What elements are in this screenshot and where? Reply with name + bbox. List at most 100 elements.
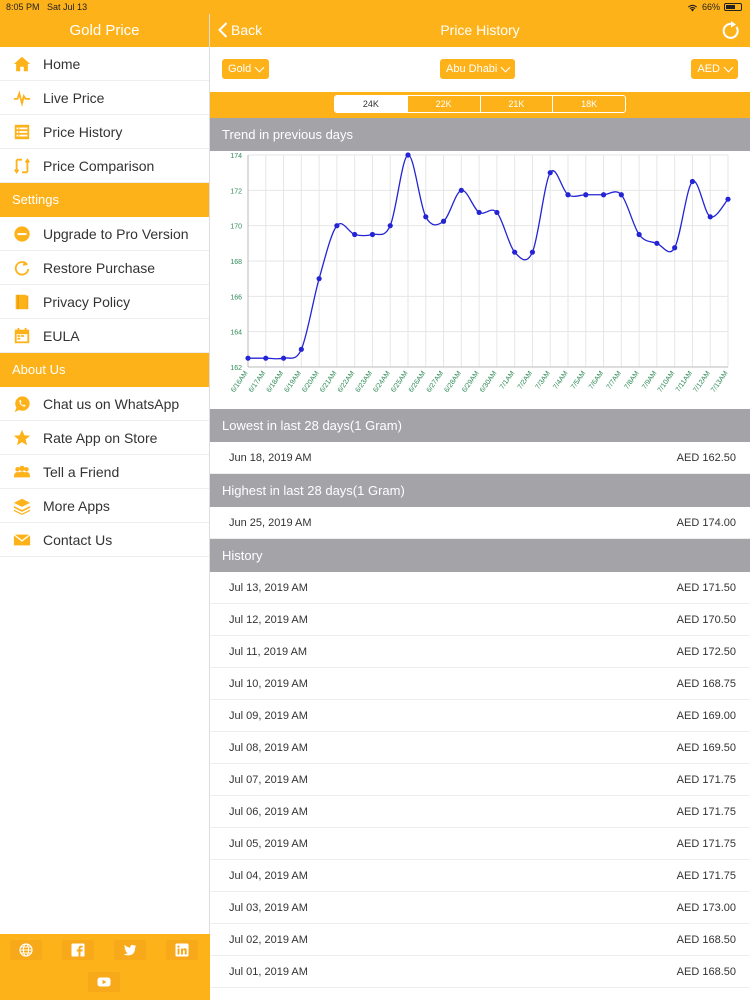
globe-icon[interactable]	[10, 940, 42, 960]
karat-tab-21k[interactable]: 21K	[481, 96, 554, 112]
refresh-button[interactable]	[722, 21, 740, 45]
data-point	[494, 209, 500, 216]
history-date: Jul 12, 2019 AM	[229, 613, 308, 626]
data-point	[245, 355, 251, 361]
status-bar: 8:05 PM Sat Jul 13 66%	[0, 0, 750, 14]
history-price: AED 173.00	[676, 901, 736, 914]
sidebar-item-label: Privacy Policy	[43, 293, 131, 310]
history-row: Jul 02, 2019 AM AED 168.50	[210, 924, 750, 956]
data-point	[405, 152, 411, 158]
history-date: Jul 08, 2019 AM	[229, 741, 308, 754]
sidebar-item-label: Rate App on Store	[43, 429, 158, 446]
twitter-icon[interactable]	[114, 940, 146, 960]
sidebar-item-label: Live Price	[43, 89, 105, 106]
data-point	[583, 192, 589, 198]
y-tick-label: 172	[230, 188, 242, 195]
sidebar-item-live-price[interactable]: Live Price	[0, 81, 209, 115]
sidebar-item-label: EULA	[43, 327, 80, 344]
data-point	[565, 192, 571, 198]
y-tick-label: 170	[230, 224, 242, 231]
data-point	[689, 178, 696, 185]
history-row: Jul 13, 2019 AM AED 171.50	[210, 572, 750, 604]
minus-circle-icon	[12, 224, 32, 244]
metal-value: Gold	[228, 63, 252, 75]
history-date: Jul 07, 2019 AM	[229, 773, 308, 786]
nav-bar: Back Price History	[210, 14, 750, 47]
history-price: AED 168.50	[676, 933, 736, 946]
history-price: AED 171.75	[676, 805, 736, 818]
sidebar-item-rate[interactable]: Rate App on Store	[0, 421, 209, 455]
history-date: Jul 03, 2019 AM	[229, 901, 308, 914]
page-title: Price History	[440, 22, 520, 38]
sidebar-item-privacy[interactable]: Privacy Policy	[0, 285, 209, 319]
currency-dropdown[interactable]: AED	[691, 59, 738, 79]
karat-tab-24k[interactable]: 24K	[335, 96, 408, 112]
currency-value: AED	[697, 63, 720, 75]
city-dropdown[interactable]: Abu Dhabi	[440, 59, 516, 79]
history-list: Jul 13, 2019 AM AED 171.50 Jul 12, 2019 A…	[210, 572, 750, 988]
star-icon	[12, 428, 32, 448]
karat-bar: 24K 22K 21K 18K	[210, 92, 750, 118]
history-row: Jul 06, 2019 AM AED 171.75	[210, 796, 750, 828]
history-date: Jul 10, 2019 AM	[229, 677, 308, 690]
highest-date: Jun 25, 2019 AM	[229, 516, 312, 529]
data-point	[672, 245, 678, 251]
status-date: Sat Jul 13	[47, 2, 88, 12]
youtube-icon[interactable]	[88, 972, 120, 992]
data-point	[334, 223, 340, 229]
metal-dropdown[interactable]: Gold	[222, 59, 270, 79]
history-date: Jul 02, 2019 AM	[229, 933, 308, 946]
history-price: AED 171.50	[676, 581, 736, 594]
x-tick-label: 7/9AM	[641, 370, 658, 391]
history-row: Jul 10, 2019 AM AED 168.75	[210, 668, 750, 700]
sidebar-item-label: Upgrade to Pro Version	[43, 225, 189, 242]
x-tick-label: 7/2AM	[517, 370, 534, 391]
data-point	[423, 214, 429, 220]
sidebar-item-upgrade[interactable]: Upgrade to Pro Version	[0, 217, 209, 251]
data-point	[600, 192, 607, 198]
sidebar-item-home[interactable]: Home	[0, 47, 209, 81]
restore-icon	[12, 258, 32, 278]
history-row: Jul 12, 2019 AM AED 170.50	[210, 604, 750, 636]
sidebar-item-price-history[interactable]: Price History	[0, 115, 209, 149]
history-header: History	[210, 539, 750, 572]
chevron-down-icon	[500, 62, 511, 73]
sidebar-item-tell-friend[interactable]: Tell a Friend	[0, 455, 209, 489]
book-icon	[12, 292, 32, 312]
lowest-price: AED 162.50	[676, 451, 736, 464]
data-point	[387, 223, 393, 229]
sidebar-item-more-apps[interactable]: More Apps	[0, 489, 209, 523]
karat-tab-18k[interactable]: 18K	[553, 96, 625, 112]
data-point	[725, 196, 731, 202]
lowest-header: Lowest in last 28 days(1 Gram)	[210, 409, 750, 442]
sidebar-item-whatsapp[interactable]: Chat us on WhatsApp	[0, 387, 209, 421]
highest-row: Jun 25, 2019 AM AED 174.00	[210, 507, 750, 539]
history-row: Jul 07, 2019 AM AED 171.75	[210, 764, 750, 796]
data-point	[529, 249, 536, 255]
sidebar-item-price-comparison[interactable]: Price Comparison	[0, 149, 209, 183]
sidebar-section-about: About Us	[0, 353, 209, 387]
history-price: AED 171.75	[676, 869, 736, 882]
battery-icon	[724, 3, 742, 11]
sidebar-item-eula[interactable]: EULA	[0, 319, 209, 353]
data-point	[654, 240, 660, 246]
history-row: Jul 11, 2019 AM AED 172.50	[210, 636, 750, 668]
facebook-icon[interactable]	[62, 940, 94, 960]
history-row: Jul 05, 2019 AM AED 171.75	[210, 828, 750, 860]
highest-header: Highest in last 28 days(1 Gram)	[210, 474, 750, 507]
sidebar-item-restore[interactable]: Restore Purchase	[0, 251, 209, 285]
karat-tab-22k[interactable]: 22K	[408, 96, 481, 112]
data-point	[636, 231, 642, 238]
sidebar-item-contact[interactable]: Contact Us	[0, 523, 209, 557]
chevron-down-icon	[254, 62, 265, 73]
y-tick-label: 174	[230, 153, 242, 160]
data-point	[547, 170, 553, 176]
linkedin-icon[interactable]	[166, 940, 198, 960]
data-point	[263, 355, 269, 361]
list-icon	[12, 122, 32, 142]
history-price: AED 170.50	[676, 613, 736, 626]
sidebar-item-label: Contact Us	[43, 531, 113, 548]
sidebar-item-label: Price Comparison	[43, 157, 155, 174]
mail-icon	[12, 530, 32, 550]
city-value: Abu Dhabi	[446, 63, 498, 75]
